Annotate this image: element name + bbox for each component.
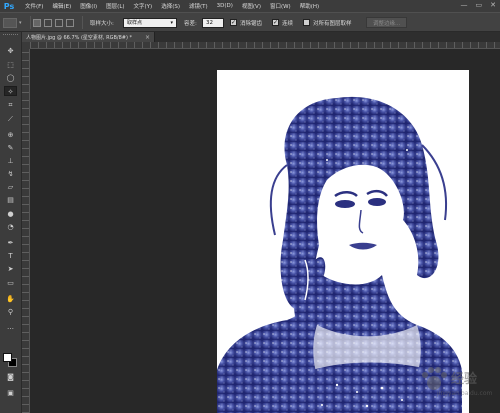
sample-size-label: 取样大小: — [90, 20, 114, 27]
minimize-button[interactable]: — — [461, 1, 468, 9]
menu-3d[interactable]: 3D(D) — [217, 3, 233, 9]
foreground-color-swatch[interactable] — [3, 353, 12, 362]
sample-size-value: 取样点 — [127, 20, 143, 26]
paw-logo-icon — [422, 367, 447, 390]
divider — [30, 16, 31, 29]
blur-tool-icon[interactable]: ● — [4, 209, 17, 219]
more-tools-icon[interactable]: … — [4, 322, 17, 332]
menu-bar: Ps 文件(F) 编辑(E) 图像(I) 图层(L) 文字(Y) 选择(S) 滤… — [0, 0, 500, 12]
menu-image[interactable]: 图像(I) — [80, 2, 97, 10]
pen-tool-icon[interactable]: ✒ — [4, 238, 17, 248]
menu-filter[interactable]: 滤镜(T) — [189, 2, 208, 10]
ruler-corner[interactable] — [22, 42, 30, 49]
menu-window[interactable]: 窗口(W) — [270, 2, 291, 10]
panel-grip[interactable] — [3, 34, 18, 37]
canvas-area[interactable] — [30, 49, 500, 413]
restore-button[interactable]: ▭ — [476, 1, 483, 9]
baidu-jingyan-watermark: 经验 jingyan.baidu.com — [417, 364, 497, 404]
healing-brush-tool-icon[interactable]: ⊕ — [4, 130, 17, 140]
add-selection-icon[interactable] — [44, 18, 52, 27]
chevron-down-icon: ▾ — [170, 19, 173, 26]
menu-view[interactable]: 视图(V) — [242, 2, 261, 10]
history-brush-tool-icon[interactable]: ↯ — [4, 169, 17, 179]
quick-mask-icon[interactable]: ◙ — [4, 372, 17, 382]
document-canvas[interactable] — [217, 70, 469, 413]
lasso-tool-icon[interactable]: ◯ — [4, 73, 17, 83]
marquee-tool-icon[interactable]: ⬚ — [4, 60, 17, 70]
vertical-ruler[interactable] — [22, 49, 30, 413]
document-tab-bar: 人物图片.jpg @ 66.7% (星空素材, RGB/8#) * × — [22, 32, 500, 42]
dodge-tool-icon[interactable]: ◔ — [4, 222, 17, 232]
antialias-label: 消除锯齿 — [240, 20, 263, 27]
close-tab-icon[interactable]: × — [145, 34, 150, 41]
sample-all-layers-label: 对所有图层取样 — [313, 20, 352, 27]
menu-select[interactable]: 选择(S) — [161, 2, 180, 10]
window-controls: — ▭ ✕ — [461, 1, 497, 9]
magic-wand-icon — [3, 17, 17, 28]
options-bar: ▾ 取样大小: 取样点 ▾ 容差: 32 ✓ 消除锯齿 ✓ 连续 对所有图层取样… — [0, 12, 500, 32]
menu-edit[interactable]: 编辑(E) — [52, 2, 71, 10]
intersect-selection-icon[interactable] — [66, 18, 74, 27]
crop-tool-icon[interactable]: ⌗ — [4, 100, 17, 110]
move-tool-icon[interactable]: ✥ — [4, 46, 17, 56]
watermark-text: 经验 — [451, 372, 478, 387]
refine-edge-button[interactable]: 调整边缘... — [366, 17, 408, 28]
tolerance-input[interactable]: 32 — [202, 17, 224, 28]
zoom-tool-icon[interactable]: ⚲ — [4, 307, 17, 317]
starfield-portrait-image — [217, 96, 462, 413]
type-tool-icon[interactable]: T — [4, 251, 17, 261]
photoshop-logo: Ps — [3, 1, 15, 11]
selection-mode-group — [33, 17, 74, 28]
contiguous-checkbox[interactable]: ✓ — [272, 19, 279, 26]
hand-tool-icon[interactable]: ✋ — [4, 294, 17, 304]
watermark-url: jingyan.baidu.com — [437, 390, 493, 397]
tools-panel: ✥ ⬚ ◯ ✧ ⌗ ⟋ ⊕ ✎ ⊥ ↯ ▱ ▤ ● ◔ ✒ T ➤ ▭ ✋ ⚲ … — [0, 32, 22, 413]
shape-tool-icon[interactable]: ▭ — [4, 278, 17, 288]
document-tab[interactable]: 人物图片.jpg @ 66.7% (星空素材, RGB/8#) * × — [22, 32, 155, 42]
color-swatches — [3, 353, 19, 367]
clone-stamp-tool-icon[interactable]: ⊥ — [4, 156, 17, 166]
tolerance-label: 容差: — [184, 20, 197, 27]
tool-preset-picker[interactable]: ▾ — [3, 17, 27, 28]
document-tab-title: 人物图片.jpg @ 66.7% (星空素材, RGB/8#) * — [26, 34, 132, 41]
brush-tool-icon[interactable]: ✎ — [4, 143, 17, 153]
subtract-selection-icon[interactable] — [55, 18, 63, 27]
eraser-tool-icon[interactable]: ▱ — [4, 182, 17, 192]
sample-all-layers-checkbox[interactable] — [303, 19, 310, 26]
screen-mode-icon[interactable]: ▣ — [4, 388, 17, 398]
close-button[interactable]: ✕ — [490, 1, 496, 9]
divider — [82, 16, 83, 29]
eyedropper-tool-icon[interactable]: ⟋ — [4, 114, 17, 124]
quick-select-tool-icon[interactable]: ✧ — [4, 86, 17, 96]
menu-file[interactable]: 文件(F) — [25, 2, 43, 10]
path-selection-tool-icon[interactable]: ➤ — [4, 264, 17, 274]
chevron-down-icon: ▾ — [19, 19, 22, 26]
sample-size-select[interactable]: 取样点 ▾ — [123, 17, 177, 28]
menu-help[interactable]: 帮助(H) — [300, 2, 319, 10]
contiguous-label: 连续 — [282, 20, 294, 27]
menu-type[interactable]: 文字(Y) — [134, 2, 153, 10]
new-selection-icon[interactable] — [33, 18, 41, 27]
menu-layer[interactable]: 图层(L) — [106, 2, 124, 10]
gradient-tool-icon[interactable]: ▤ — [4, 195, 17, 205]
antialias-checkbox[interactable]: ✓ — [230, 19, 237, 26]
horizontal-ruler[interactable] — [30, 42, 500, 49]
